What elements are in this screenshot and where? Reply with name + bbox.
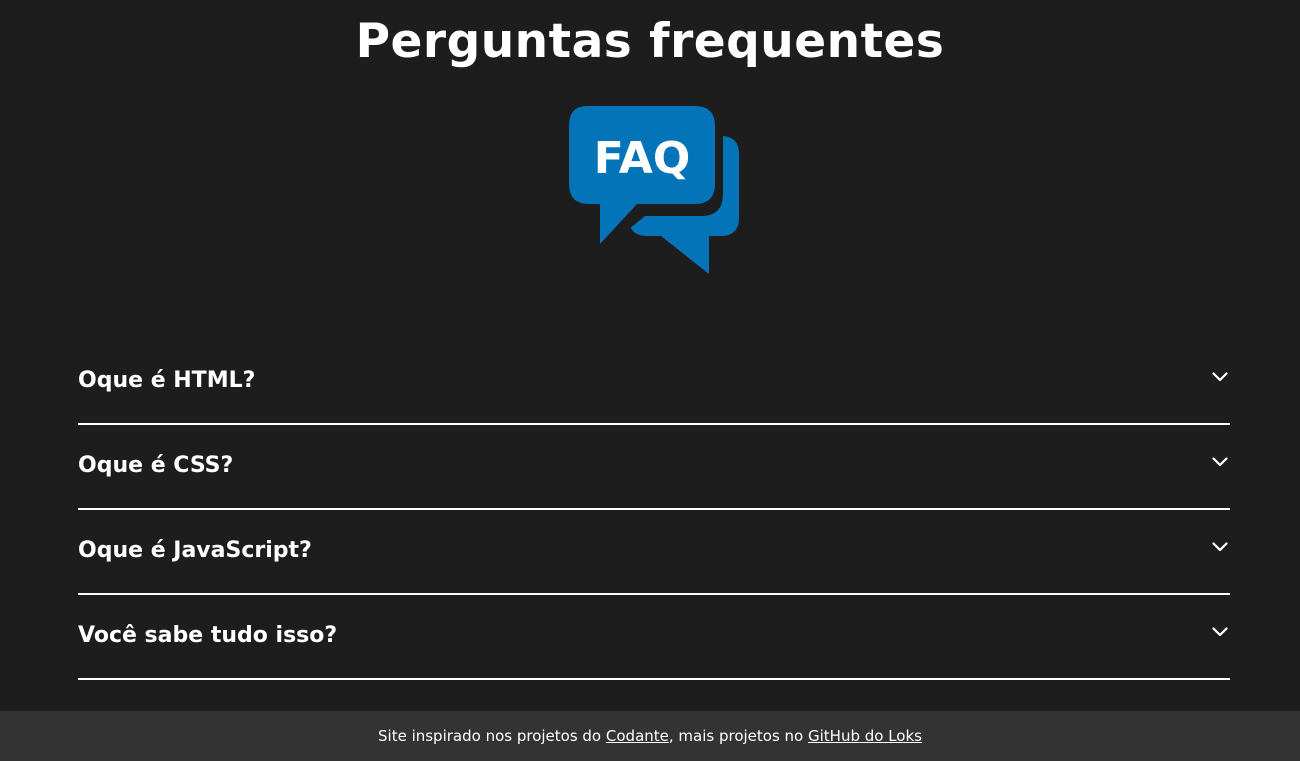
github-link[interactable]: GitHub do Loks (808, 727, 922, 745)
faq-item-css[interactable]: Oque é CSS? (78, 425, 1230, 510)
faq-question: Oque é JavaScript? (78, 538, 312, 563)
faq-question: Oque é CSS? (78, 453, 234, 478)
chevron-down-icon[interactable] (1212, 627, 1228, 637)
faq-item-javascript[interactable]: Oque é JavaScript? (78, 510, 1230, 595)
footer: Site inspirado nos projetos do Codante, … (0, 711, 1300, 761)
faq-question: Você sabe tudo isso? (78, 623, 338, 648)
chevron-down-icon[interactable] (1212, 457, 1228, 467)
chevron-down-icon[interactable] (1212, 542, 1228, 552)
footer-text-middle: , mais projetos no (668, 727, 808, 745)
faq-item-html[interactable]: Oque é HTML? (78, 340, 1230, 425)
faq-logo-text: FAQ (594, 133, 690, 184)
faq-item-voce-sabe[interactable]: Você sabe tudo isso? (78, 595, 1230, 680)
page-title: Perguntas frequentes (355, 14, 945, 69)
faq-list: Oque é HTML? Oque é CSS? Oque é JavaScri… (78, 340, 1230, 680)
codante-link[interactable]: Codante (606, 727, 669, 745)
faq-logo: FAQ (569, 106, 739, 274)
footer-text-before: Site inspirado nos projetos do (378, 727, 606, 745)
chevron-down-icon[interactable] (1212, 372, 1228, 382)
faq-question: Oque é HTML? (78, 368, 256, 393)
